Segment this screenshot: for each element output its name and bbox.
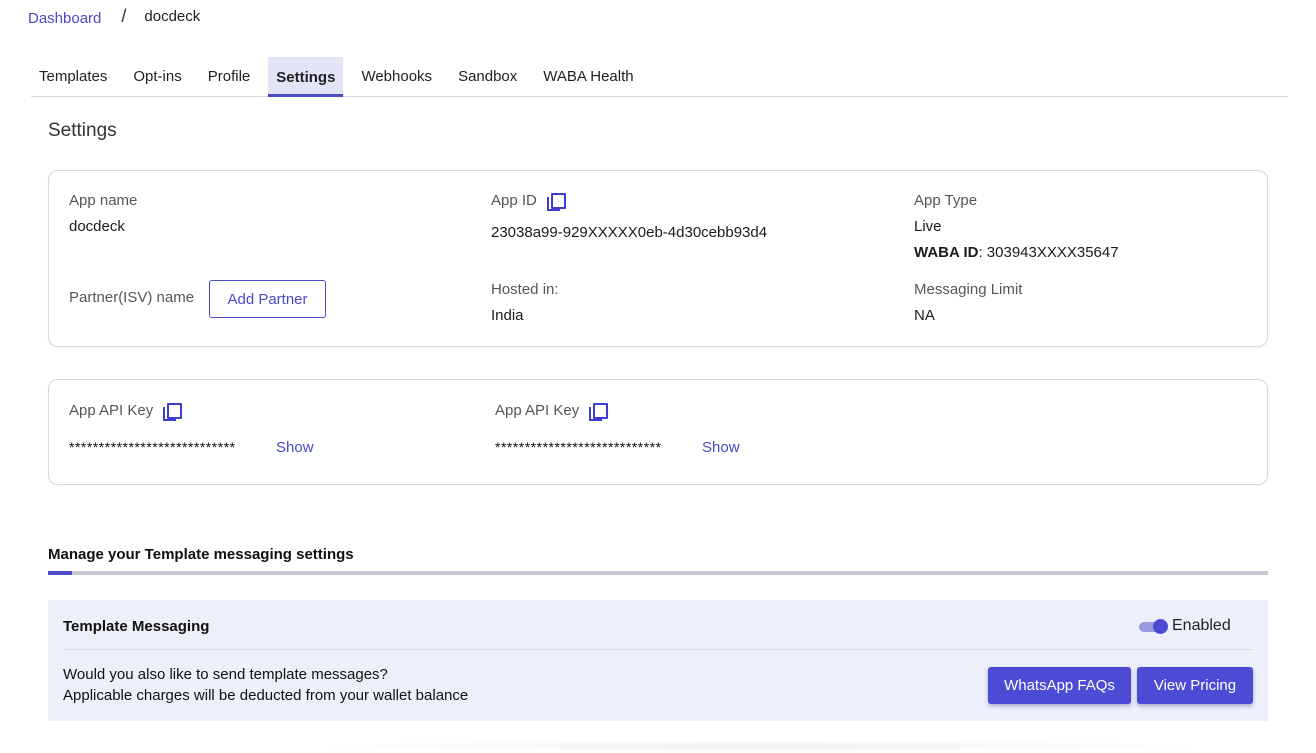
copy-icon[interactable] — [589, 402, 609, 421]
breadcrumb-current: docdeck — [144, 7, 201, 25]
api-keys-card: App API Key ****************************… — [48, 379, 1268, 485]
app-name-label: App name — [69, 192, 138, 209]
tab-templates[interactable]: Templates — [31, 57, 115, 96]
api-key-label-row: App API Key — [69, 402, 183, 421]
app-id-label: App ID — [491, 192, 537, 209]
template-settings-title: Manage your Template messaging settings — [48, 546, 354, 563]
template-messaging-title: Template Messaging — [63, 618, 210, 635]
template-settings-progress — [48, 571, 1268, 575]
app-id-value: 23038a99-929XXXXX0eb-4d30cebb93d4 — [491, 224, 768, 241]
api-key-label: App API Key — [495, 402, 580, 419]
tab-waba-health[interactable]: WABA Health — [535, 57, 641, 96]
api-key-masked: **************************** — [495, 439, 662, 455]
panel-divider — [63, 649, 1253, 650]
app-type-label: App Type — [914, 192, 978, 209]
copy-icon[interactable] — [163, 402, 183, 421]
messaging-limit-label: Messaging Limit — [914, 281, 1023, 298]
breadcrumb: Dashboard / docdeck — [28, 5, 201, 27]
waba-id-row: WABA ID: 303943XXXX35647 — [914, 244, 1119, 261]
hosted-value: India — [491, 307, 524, 324]
template-settings-progress-fill — [48, 571, 73, 575]
toggle-state-label: Enabled — [1172, 617, 1231, 634]
app-details-card: App name docdeck Partner(ISV) name Add P… — [48, 170, 1268, 347]
tab-settings[interactable]: Settings — [268, 57, 344, 97]
api-key-label: App API Key — [69, 402, 154, 419]
template-question: Would you also like to send template mes… — [63, 666, 388, 683]
partner-label: Partner(ISV) name — [69, 289, 195, 306]
copy-icon[interactable] — [546, 192, 566, 211]
app-type-value: Live — [914, 218, 942, 235]
breadcrumb-separator: / — [121, 5, 127, 26]
tab-opt-ins[interactable]: Opt-ins — [125, 57, 189, 96]
bottom-shadow — [300, 740, 1220, 752]
add-partner-button[interactable]: Add Partner — [209, 280, 326, 318]
whatsapp-faqs-button[interactable]: WhatsApp FAQs — [988, 667, 1131, 704]
waba-id-value: : 303943XXXX35647 — [978, 244, 1119, 261]
tab-sandbox[interactable]: Sandbox — [450, 57, 525, 96]
hosted-label: Hosted in: — [491, 281, 559, 298]
toggle-knob — [1153, 619, 1168, 634]
page-title: Settings — [48, 120, 117, 141]
show-api-key-link[interactable]: Show — [276, 439, 314, 456]
view-pricing-button[interactable]: View Pricing — [1137, 667, 1253, 704]
api-key-label-row: App API Key — [495, 402, 609, 421]
messaging-limit-value: NA — [914, 307, 935, 324]
app-id-label-row: App ID — [491, 192, 566, 211]
breadcrumb-dashboard-link[interactable]: Dashboard — [28, 10, 101, 27]
show-api-key-link[interactable]: Show — [702, 439, 740, 456]
template-messaging-panel: Template Messaging Enabled Would you als… — [48, 600, 1268, 721]
api-key-masked: **************************** — [69, 439, 236, 455]
waba-id-label: WABA ID — [914, 244, 979, 261]
template-messaging-toggle[interactable] — [1139, 619, 1168, 634]
tab-webhooks[interactable]: Webhooks — [353, 57, 440, 96]
tab-profile[interactable]: Profile — [200, 57, 259, 96]
charges-note: Applicable charges will be deducted from… — [63, 687, 469, 704]
app-name-value: docdeck — [69, 218, 125, 235]
tab-bar: Templates Opt-ins Profile Settings Webho… — [31, 57, 1288, 97]
